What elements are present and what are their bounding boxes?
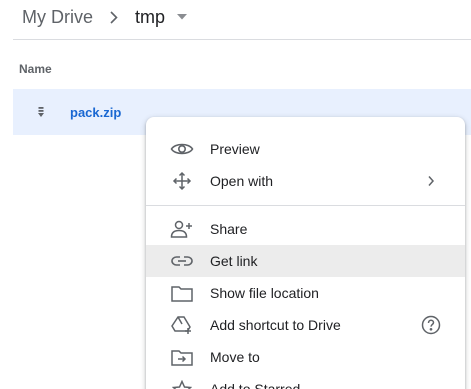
menu-item-label: Add to Starred <box>210 381 301 389</box>
person-add-icon <box>170 219 194 239</box>
menu-item-add-to-starred[interactable]: Add to Starred <box>146 373 465 389</box>
drive-shortcut-icon <box>170 315 194 335</box>
menu-item-open-with[interactable]: Open with <box>146 165 465 197</box>
drive-page: My Drive tmp Name pack.zip Preview Open … <box>0 0 471 389</box>
menu-item-show-file-location[interactable]: Show file location <box>146 277 465 309</box>
menu-item-label: Add shortcut to Drive <box>210 317 341 333</box>
eye-icon <box>170 139 194 159</box>
chevron-right-icon <box>421 171 441 191</box>
menu-divider <box>146 205 465 206</box>
zip-file-icon <box>36 106 46 118</box>
move-arrows-icon <box>170 171 194 191</box>
header-divider <box>13 39 471 40</box>
folder-icon <box>170 283 194 303</box>
help-icon[interactable] <box>421 315 441 335</box>
chevron-right-icon <box>110 10 120 24</box>
breadcrumb: My Drive tmp <box>22 3 188 31</box>
file-name[interactable]: pack.zip <box>70 105 121 120</box>
star-icon <box>170 379 194 389</box>
caret-down-icon[interactable] <box>177 14 188 20</box>
menu-item-label: Preview <box>210 141 260 157</box>
menu-item-label: Get link <box>210 253 258 269</box>
context-menu: Preview Open with Share Get link Show fi… <box>146 117 465 389</box>
move-to-folder-icon <box>170 347 194 367</box>
menu-item-share[interactable]: Share <box>146 213 465 245</box>
menu-item-label: Open with <box>210 173 274 189</box>
breadcrumb-current-folder[interactable]: tmp <box>135 7 165 28</box>
menu-item-add-shortcut[interactable]: Add shortcut to Drive <box>146 309 465 341</box>
column-header-name[interactable]: Name <box>19 62 52 76</box>
menu-item-label: Show file location <box>210 285 319 301</box>
menu-item-label: Share <box>210 221 248 237</box>
menu-item-move-to[interactable]: Move to <box>146 341 465 373</box>
breadcrumb-my-drive[interactable]: My Drive <box>22 7 93 28</box>
menu-item-label: Move to <box>210 349 260 365</box>
menu-item-preview[interactable]: Preview <box>146 133 465 165</box>
link-icon <box>170 251 194 271</box>
menu-item-get-link[interactable]: Get link <box>146 245 465 277</box>
